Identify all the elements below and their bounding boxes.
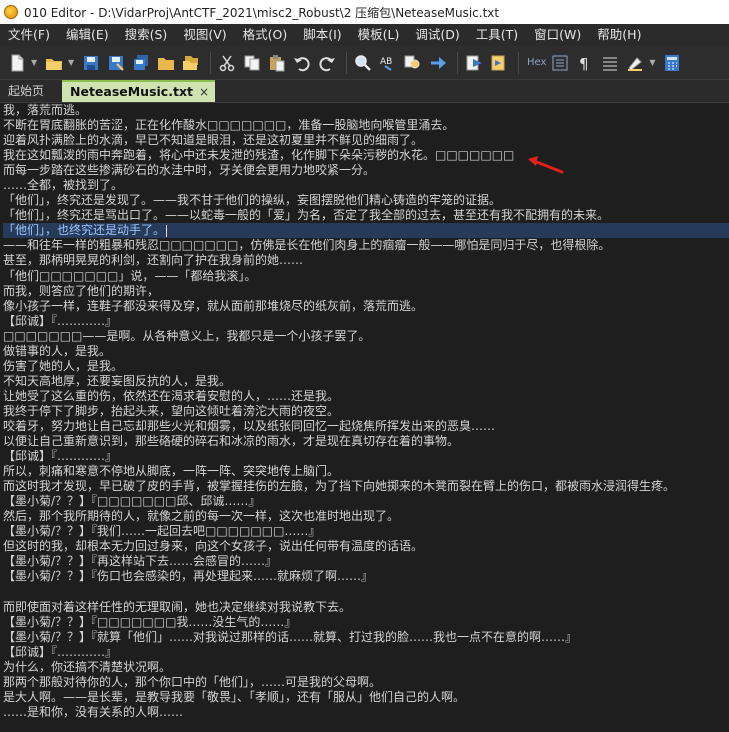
menu-debug[interactable]: 调试(D) — [407, 24, 467, 46]
menu-view[interactable]: 视图(V) — [175, 24, 234, 46]
text-line[interactable]: 「他们」，终究还是发现了。——我不甘于他们的操纵，妄图摆脱他们精心铸造的牢笼的证… — [3, 193, 729, 208]
menu-edit[interactable]: 编辑(E) — [58, 24, 117, 46]
workspace-icon[interactable] — [180, 52, 202, 74]
toolbar-separator — [346, 51, 347, 74]
menu-templates[interactable]: 模板(L) — [350, 24, 408, 46]
text-line[interactable]: 伤害了她的人，是我。 — [3, 359, 729, 374]
tab-start-page[interactable]: 起始页 — [0, 80, 62, 102]
find-icon[interactable] — [352, 52, 374, 74]
highlight-icon[interactable] — [624, 52, 646, 74]
toolbar-separator — [518, 51, 519, 74]
find-in-files-icon[interactable] — [402, 52, 424, 74]
menu-window[interactable]: 窗口(W) — [526, 24, 589, 46]
text-line[interactable]: 我，落荒而逃。 — [3, 103, 729, 118]
text-line[interactable]: 咬着牙，努力地让自己忘却那些火光和烟雾，以及纸张同回忆一起烧焦所挥发出来的恶臭…… — [3, 419, 729, 434]
menu-scripts[interactable]: 脚本(I) — [295, 24, 349, 46]
hex-mode-label[interactable]: Hex — [527, 57, 546, 68]
text-line[interactable]: □□□□□□□——是啊。从各种意义上，我都只是一个小孩子罢了。 — [3, 329, 729, 344]
replace-icon[interactable]: AB — [377, 52, 399, 74]
text-cursor — [166, 224, 168, 237]
toolbar-separator — [210, 51, 211, 74]
text-line[interactable]: 【墨小菊/？？】『我们……一起回去吧□□□□□□□……』 — [3, 524, 729, 539]
close-tab-icon[interactable]: × — [199, 81, 209, 103]
new-file-dropdown-icon[interactable]: ▼ — [31, 58, 39, 67]
copy-icon[interactable] — [241, 52, 263, 74]
columns-icon[interactable] — [549, 52, 571, 74]
svg-text:AB: AB — [380, 57, 392, 67]
title-bar: 010 Editor - D:\VidarProj\AntCTF_2021\mi… — [0, 0, 729, 24]
text-line[interactable]: 而我，则答应了他们的期许， — [3, 284, 729, 299]
svg-text:¶: ¶ — [579, 55, 589, 72]
text-line[interactable]: 【邱诚】『…………』 — [3, 449, 729, 464]
calculator-icon[interactable] — [661, 52, 683, 74]
show-whitespace-icon[interactable]: ¶ — [574, 52, 596, 74]
tab-label: NeteaseMusic.txt — [70, 84, 193, 99]
text-line[interactable]: 【邱诚】『…………』 — [3, 645, 729, 660]
text-line[interactable]: 迎着风扑满脸上的水滴，早已不知道是眼泪，还是这初夏里并不鲜见的细雨了。 — [3, 133, 729, 148]
text-line[interactable]: 甚至，那柄明晃晃的利剑，还割向了护在我身前的她…… — [3, 253, 729, 268]
text-line[interactable] — [3, 585, 729, 600]
toolbar-separator — [457, 51, 458, 74]
text-line[interactable]: ——和往年一样的粗暴和残忍□□□□□□□，仿佛是长在他们肉身上的痼瘤一般——哪怕… — [3, 238, 729, 253]
save-all-icon[interactable] — [130, 52, 152, 74]
open-dir-icon[interactable] — [155, 52, 177, 74]
save-icon[interactable] — [80, 52, 102, 74]
menu-file[interactable]: 文件(F) — [0, 24, 58, 46]
text-line[interactable]: 「他们」，终究还是骂出口了。——以蛇毒一般的「爱」为名，否定了我全部的过去，甚至… — [3, 208, 729, 223]
tab-bar: 起始页 NeteaseMusic.txt × — [0, 80, 729, 102]
text-line[interactable]: 是大人啊。——是长辈，是教导我要「敬畏」、「孝顺」，还有「服从」他们自己的人啊。 — [3, 690, 729, 705]
app-logo-icon — [4, 5, 18, 19]
menu-format[interactable]: 格式(O) — [235, 24, 296, 46]
save-as-icon[interactable] — [105, 52, 127, 74]
menu-bar: 文件(F) 编辑(E) 搜索(S) 视图(V) 格式(O) 脚本(I) 模板(L… — [0, 24, 729, 46]
window-title: 010 Editor - D:\VidarProj\AntCTF_2021\mi… — [24, 5, 500, 20]
tab-neteasemusic-txt[interactable]: NeteaseMusic.txt × — [62, 80, 216, 103]
next-bookmark-icon[interactable] — [488, 52, 510, 74]
text-line[interactable]: 那两个那般对待你的人，那个你口中的「他们」，……可是我的父母啊。 — [3, 675, 729, 690]
text-line[interactable]: ……全都，被找到了。 — [3, 178, 729, 193]
text-line[interactable]: 我在这如瓢泼的雨中奔跑着，将心中还未发泄的残渣，化作脚下朵朵污秽的水花。□□□□… — [3, 148, 729, 163]
text-line[interactable]: 像小孩子一样，连鞋子都没来得及穿，就从面前那堆烧尽的纸灰前，落荒而逃。 — [3, 299, 729, 314]
text-line[interactable]: 所以，刺痛和寒意不停地从脚底，一阵一阵、突突地传上脑门。 — [3, 464, 729, 479]
text-line[interactable]: 以便让自己重新意识到，那些硌硬的碎石和冰凉的雨水，才是现在真切存在着的事物。 — [3, 434, 729, 449]
text-line[interactable]: 让她受了这么重的伤，依然还在渴求着安慰的人，……还是我。 — [3, 389, 729, 404]
text-line[interactable]: 【墨小菊/？？】『就算「他们」……对我说过那样的话……就算、打过我的脸……我也一… — [3, 630, 729, 645]
redo-icon[interactable] — [316, 52, 338, 74]
text-line[interactable]: 【墨小菊/？？】『伤口也会感染的，再处理起来……就麻烦了啊……』 — [3, 569, 729, 584]
text-line[interactable]: 为什么，你还搞不清楚状况啊。 — [3, 660, 729, 675]
text-line[interactable]: 「他们」，也终究还是动手了。 — [3, 223, 729, 239]
paste-icon[interactable] — [266, 52, 288, 74]
open-folder-icon[interactable] — [43, 52, 65, 74]
menu-help[interactable]: 帮助(H) — [589, 24, 649, 46]
text-editor[interactable]: 我，落荒而逃。 不断在胃底翻胀的苦涩，正在化作酸水□□□□□□□，准备一股脑地向喉… — [0, 102, 729, 732]
text-line[interactable]: 而每一步踏在这些掺满砂石的水洼中时，牙关便会更用力地咬紧一分。 — [3, 163, 729, 178]
menu-search[interactable]: 搜索(S) — [117, 24, 176, 46]
highlight-dropdown-icon[interactable]: ▼ — [649, 58, 657, 67]
text-line[interactable]: 而即使面对着这样任性的无理取闹，她也决定继续对我说教下去。 — [3, 600, 729, 615]
text-line[interactable]: 【墨小菊/？？】『再这样站下去……会感冒的……』 — [3, 554, 729, 569]
text-line[interactable]: 【墨小菊/？？】『□□□□□□□邱、邱诚……』 — [3, 494, 729, 509]
cut-icon[interactable] — [216, 52, 238, 74]
line-numbers-icon[interactable] — [599, 52, 621, 74]
goto-icon[interactable] — [427, 52, 449, 74]
new-file-icon[interactable] — [6, 52, 28, 74]
bookmark-icon[interactable] — [463, 52, 485, 74]
open-folder-dropdown-icon[interactable]: ▼ — [68, 58, 76, 67]
text-line[interactable]: 然后，那个我所期待的人，就像之前的每一次一样，这次也准时地出现了。 — [3, 509, 729, 524]
text-line[interactable]: 但这时的我，却根本无力回过身来，向这个女孩子，说出任何带有温度的话语。 — [3, 539, 729, 554]
text-line[interactable]: ……是和你，没有关系的人啊…… — [3, 705, 729, 720]
menu-tools[interactable]: 工具(T) — [468, 24, 526, 46]
text-line[interactable]: 【邱诚】『…………』 — [3, 314, 729, 329]
text-line[interactable]: 而这时我才发现，早已破了皮的手背，被掌握挂伤的左臉，为了挡下向她掷来的木凳而裂在… — [3, 479, 729, 494]
text-line[interactable]: 不知天高地厚，还要妄图反抗的人，是我。 — [3, 374, 729, 389]
undo-icon[interactable] — [291, 52, 313, 74]
toolbar: ▼ ▼ AB Hex ¶ ▼ — [0, 46, 729, 80]
text-line[interactable]: 我终于停下了脚步，抬起头来，望向这倾吐着滂沱大雨的夜空。 — [3, 404, 729, 419]
text-line[interactable]: 不断在胃底翻胀的苦涩，正在化作酸水□□□□□□□，准备一股脑地向喉管里涌去。 — [3, 118, 729, 133]
text-line[interactable]: 「他们□□□□□□□」说，——「都给我滚」。 — [3, 269, 729, 284]
text-line[interactable]: 【墨小菊/？？】『□□□□□□□我……没生气的……』 — [3, 615, 729, 630]
text-line[interactable]: 做错事的人，是我。 — [3, 344, 729, 359]
